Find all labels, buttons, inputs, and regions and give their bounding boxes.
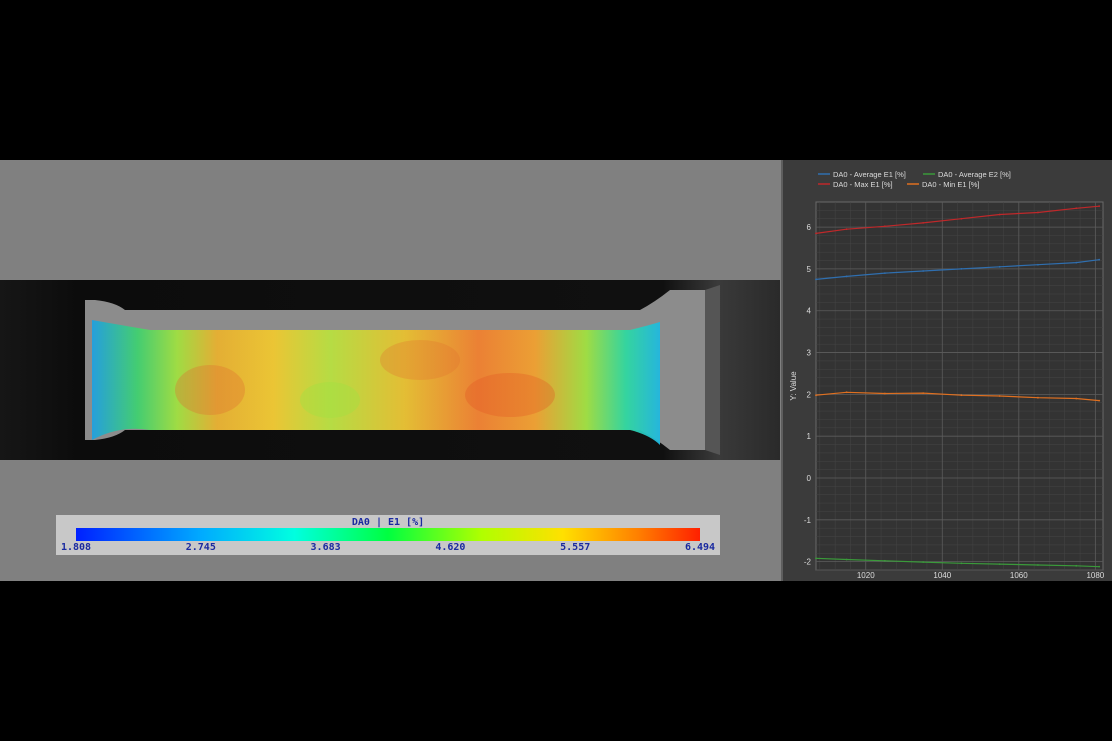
series-point [1098,205,1101,208]
series-point [883,272,886,274]
legend-tick-label: 3.683 [310,542,341,553]
color-legend: DA0 | E1 [%] 1.808 2.745 3.683 4.620 5.5… [56,515,720,555]
series-point [922,222,925,224]
y-axis-label: Y: Value [789,371,798,401]
series-point [960,562,963,565]
series-point [1037,211,1039,214]
series-point [883,559,886,562]
series-point [998,563,1001,566]
line-chart[interactable]: -2 -1 0 1 2 3 4 5 6 1020 1040 1060 1080 X: Time [s] Y:… [783,160,1112,589]
series-point [815,394,817,397]
y-tick-label: 4 [807,307,812,316]
x-tick-label: 1080 [1086,571,1104,580]
legend-entry: DA0 - Min E1 [%] [922,180,980,189]
y-tick-label: 5 [807,265,812,274]
series-point [1098,565,1101,568]
y-tick-label: 2 [807,390,812,399]
series-point [960,394,963,397]
y-tick-label: -2 [804,558,812,567]
series-point [1098,399,1101,402]
series-point [815,232,817,235]
series-point [1037,263,1039,266]
legend-entry: DA0 - Average E2 [%] [938,170,1011,179]
x-tick-label: 1060 [1010,571,1028,580]
legend-title: DA0 | E1 [%] [351,517,425,528]
legend-tick-label: 4.620 [435,542,466,553]
series-point [960,217,963,220]
series-point [1098,258,1101,261]
legend-tick-label: 6.494 [684,542,716,553]
series-point [922,561,925,563]
series-point [815,557,817,560]
specimen-image-svg [0,280,780,460]
series-point [845,558,848,561]
x-tick-label: 1020 [857,571,875,580]
y-tick-label: 6 [807,223,812,232]
series-point [883,392,886,395]
y-tick-label: 1 [807,432,812,441]
legend-entry: DA0 - Max E1 [%] [833,180,893,189]
series-point [883,225,886,228]
series-point [922,392,925,395]
colorbar [76,528,700,541]
series-point [1075,261,1078,264]
y-tick-label: 3 [807,349,812,358]
series-point [845,275,848,278]
series-point [998,395,1001,397]
series-point [1037,564,1039,566]
chart-panel[interactable]: -2 -1 0 1 2 3 4 5 6 1020 1040 1060 1080 X: Time [s] Y:… [783,160,1112,589]
series-point [998,213,1001,216]
series-point [1075,564,1078,567]
x-axis-label: X: Time [s] [941,580,979,581]
series-point [960,268,963,270]
legend-tick-label: 5.557 [560,542,591,553]
specimen-image[interactable] [0,280,780,460]
series-point [1037,396,1039,399]
image-viewport[interactable]: DA0 | E1 [%] 1.808 2.745 3.683 4.620 5.5… [0,160,782,581]
series-point [815,278,817,281]
legend-entry: DA0 - Average E1 [%] [833,170,906,179]
series-point [845,391,848,394]
y-tick-label: 0 [807,474,812,483]
series-point [922,270,925,272]
series-point [1075,207,1078,210]
x-tick-label: 1040 [933,571,951,580]
application-window: DA0 | E1 [%] 1.808 2.745 3.683 4.620 5.5… [0,160,1112,589]
y-tick-label: -1 [804,516,812,525]
legend-tick-label: 2.745 [185,542,216,553]
legend-tick-label: 1.808 [60,542,92,553]
series-point [998,265,1001,268]
series-point [845,228,848,231]
series-point [1075,397,1078,400]
